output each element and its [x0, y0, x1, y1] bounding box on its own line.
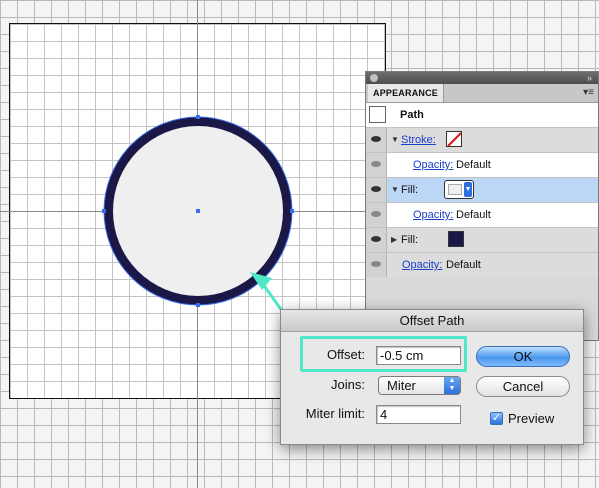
fill-swatch: [448, 184, 462, 195]
opacity-visibility-toggle[interactable]: [366, 253, 387, 277]
anchor-point-left[interactable]: [102, 209, 106, 213]
fill2-label: Fill:: [401, 234, 419, 246]
chevron-down-icon: ▼: [464, 182, 472, 197]
anchor-point-bottom[interactable]: [196, 303, 200, 307]
offset-highlight-box: [300, 336, 467, 372]
tab-appearance[interactable]: APPEARANCE: [368, 84, 445, 102]
anchor-point-top[interactable]: [196, 115, 200, 119]
eye-icon: [371, 161, 381, 167]
fill2-visibility-toggle[interactable]: [366, 228, 387, 252]
miter-limit-input[interactable]: 4: [376, 405, 461, 424]
stroke-opacity-value: Default: [456, 159, 491, 171]
center-point: [196, 209, 200, 213]
eye-icon: [371, 261, 381, 267]
fill-opacity-link[interactable]: Opacity:: [413, 209, 453, 221]
dark-fill-swatch[interactable]: [448, 231, 464, 247]
fill-swatch-dropdown[interactable]: ▼: [444, 180, 474, 199]
joins-select[interactable]: Miter ▲ ▼: [378, 376, 461, 395]
panel-tabbar: APPEARANCE ▾≡: [366, 84, 598, 103]
fill-opacity-row[interactable]: Opacity: Default: [366, 203, 598, 228]
opacity-link[interactable]: Opacity:: [402, 259, 442, 271]
eye-icon: [371, 211, 381, 217]
stroke-row[interactable]: ▼ Stroke:: [366, 128, 598, 153]
expand-triangle-open-icon[interactable]: ▼: [391, 185, 399, 194]
eye-icon: [371, 136, 381, 142]
panel-titlebar: »: [366, 72, 598, 84]
stroke-opacity-visibility-toggle[interactable]: [366, 153, 387, 177]
eye-icon: [371, 186, 381, 192]
fill-row-selected[interactable]: ▼ Fill: ▼: [366, 178, 598, 203]
stroke-opacity-link[interactable]: Opacity:: [413, 159, 453, 171]
appearance-panel: » APPEARANCE ▾≡ Path ▼ Stroke: Opacity: …: [365, 71, 599, 341]
panel-collapse-icon[interactable]: »: [587, 73, 592, 83]
offset-path-dialog: Offset Path Offset: -0.5 cm Joins: Miter…: [280, 309, 584, 445]
stroke-opacity-row[interactable]: Opacity: Default: [366, 153, 598, 178]
ok-button[interactable]: OK: [476, 346, 570, 367]
opacity-value: Default: [446, 259, 481, 271]
dialog-title: Offset Path: [281, 310, 583, 332]
fill-opacity-value: Default: [456, 209, 491, 221]
joins-label: Joins:: [331, 377, 365, 392]
miter-limit-label: Miter limit:: [305, 406, 365, 421]
path-thumbnail-icon: [369, 106, 386, 123]
cancel-button[interactable]: Cancel: [476, 376, 570, 397]
eye-icon: [371, 236, 381, 242]
fill-visibility-toggle[interactable]: [366, 178, 387, 202]
expand-triangle-closed-icon[interactable]: ▶: [391, 235, 397, 244]
joins-value: Miter: [387, 378, 416, 393]
none-swatch-icon[interactable]: [446, 131, 462, 147]
anchor-point-right[interactable]: [290, 209, 294, 213]
expand-triangle-open-icon[interactable]: ▼: [391, 135, 399, 144]
fill-label: Fill:: [401, 184, 419, 196]
fill-row-dark[interactable]: ▶ Fill:: [366, 228, 598, 253]
panel-menu-icon[interactable]: ▾≡: [583, 87, 594, 98]
path-header-row[interactable]: Path: [366, 103, 598, 128]
fill-opacity-visibility-toggle[interactable]: [366, 203, 387, 227]
preview-checkbox[interactable]: ✓: [490, 412, 503, 425]
stroke-visibility-toggle[interactable]: [366, 128, 387, 152]
select-arrows-icon: ▲ ▼: [444, 377, 460, 394]
panel-close-icon[interactable]: [370, 74, 378, 82]
stroke-link[interactable]: Stroke:: [401, 134, 436, 146]
path-label: Path: [400, 109, 424, 121]
preview-label: Preview: [508, 411, 555, 426]
opacity-row[interactable]: Opacity: Default: [366, 253, 598, 277]
